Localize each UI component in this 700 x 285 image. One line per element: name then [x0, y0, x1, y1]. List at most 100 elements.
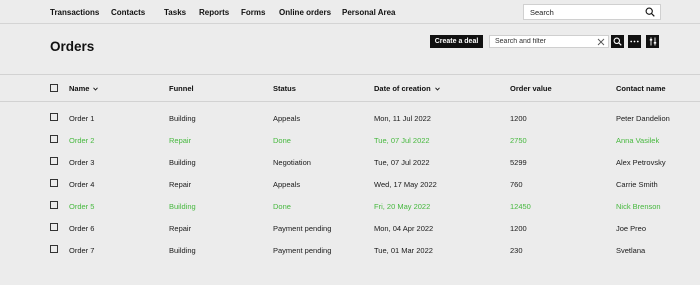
- column-header-contact[interactable]: Contact name: [616, 84, 666, 93]
- column-header-status-label[interactable]: Status: [273, 84, 296, 93]
- table-row[interactable]: Order 3 Building Negotiation Tue, 07 Jul…: [0, 151, 700, 173]
- column-header-date[interactable]: Date of creation: [374, 84, 440, 93]
- header-divider: [0, 74, 700, 75]
- global-search-input[interactable]: [524, 7, 644, 17]
- search-icon[interactable]: [645, 7, 655, 17]
- nav-personal-area-label[interactable]: Personal Area: [342, 8, 396, 17]
- row-checkbox[interactable]: [50, 135, 58, 143]
- top-navigation-bar: Transactions Contacts Tasks Reports Form…: [0, 0, 700, 24]
- order-date: Tue, 07 Jul 2022: [374, 158, 430, 167]
- order-funnel: Building: [169, 246, 196, 255]
- order-funnel: Building: [169, 202, 196, 211]
- more-options-button[interactable]: [628, 35, 641, 48]
- table-row[interactable]: Order 1 Building Appeals Mon, 11 Jul 202…: [0, 107, 700, 129]
- nav-transactions-label[interactable]: Transactions: [50, 8, 99, 17]
- order-status: Payment pending: [273, 224, 332, 233]
- order-contact[interactable]: Peter Dandelion: [616, 114, 670, 123]
- nav-tasks[interactable]: Tasks: [164, 0, 186, 24]
- table-row[interactable]: Order 2 Repair Done Tue, 07 Jul 2022 275…: [0, 129, 700, 151]
- column-header-date-label[interactable]: Date of creation: [374, 84, 431, 93]
- nav-tasks-label[interactable]: Tasks: [164, 8, 186, 17]
- order-status: Done: [273, 202, 291, 211]
- nav-contacts-label[interactable]: Contacts: [111, 8, 145, 17]
- row-checkbox[interactable]: [50, 157, 58, 165]
- order-value: 1200: [510, 114, 527, 123]
- order-funnel: Building: [169, 114, 196, 123]
- table-row[interactable]: Order 6 Repair Payment pending Mon, 04 A…: [0, 217, 700, 239]
- row-checkbox[interactable]: [50, 179, 58, 187]
- order-name[interactable]: Order 4: [69, 180, 94, 189]
- nav-reports-label[interactable]: Reports: [199, 8, 229, 17]
- table-row[interactable]: Order 7 Building Payment pending Tue, 01…: [0, 239, 700, 261]
- chevron-down-icon[interactable]: [93, 86, 99, 91]
- nav-online-orders[interactable]: Online orders: [279, 0, 331, 24]
- order-value: 1200: [510, 224, 527, 233]
- order-contact[interactable]: Carrie Smith: [616, 180, 658, 189]
- column-header-funnel[interactable]: Funnel: [169, 84, 194, 93]
- page-title: Orders: [50, 39, 95, 54]
- column-header-order-value[interactable]: Order value: [510, 84, 552, 93]
- table-row[interactable]: Order 4 Repair Appeals Wed, 17 May 2022 …: [0, 173, 700, 195]
- order-name[interactable]: Order 2: [69, 136, 94, 145]
- order-name[interactable]: Order 6: [69, 224, 94, 233]
- nav-forms-label[interactable]: Forms: [241, 8, 265, 17]
- order-funnel: Building: [169, 158, 196, 167]
- create-deal-button[interactable]: Create a deal: [430, 35, 483, 48]
- nav-reports[interactable]: Reports: [199, 0, 229, 24]
- column-header-name-label[interactable]: Name: [69, 84, 89, 93]
- column-header-status[interactable]: Status: [273, 84, 296, 93]
- order-contact[interactable]: Joe Preo: [616, 224, 646, 233]
- settings-button[interactable]: [646, 35, 659, 48]
- sliders-icon: [649, 37, 656, 46]
- order-status: Negotiation: [273, 158, 311, 167]
- more-icon: [630, 40, 639, 43]
- order-date: Mon, 11 Jul 2022: [374, 114, 431, 123]
- order-name[interactable]: Order 3: [69, 158, 94, 167]
- column-header-order-value-label[interactable]: Order value: [510, 84, 552, 93]
- order-contact[interactable]: Svetlana: [616, 246, 645, 255]
- nav-online-orders-label[interactable]: Online orders: [279, 8, 331, 17]
- order-contact[interactable]: Anna Vasilek: [616, 136, 659, 145]
- order-funnel: Repair: [169, 136, 192, 145]
- nav-personal-area[interactable]: Personal Area: [342, 0, 396, 24]
- order-funnel: Repair: [169, 180, 192, 189]
- search-filter-field[interactable]: [489, 35, 609, 48]
- search-filter-input[interactable]: [490, 36, 594, 47]
- order-date: Tue, 01 Mar 2022: [374, 246, 433, 255]
- order-funnel: Repair: [169, 224, 192, 233]
- order-value: 2750: [510, 136, 527, 145]
- order-name[interactable]: Order 1: [69, 114, 94, 123]
- nav-forms[interactable]: Forms: [241, 0, 265, 24]
- nav-contacts[interactable]: Contacts: [111, 0, 145, 24]
- order-contact[interactable]: Alex Petrovsky: [616, 158, 666, 167]
- order-status: Done: [273, 136, 291, 145]
- order-value: 760: [510, 180, 523, 189]
- column-header-funnel-label[interactable]: Funnel: [169, 84, 194, 93]
- order-name[interactable]: Order 5: [69, 202, 94, 211]
- order-date: Tue, 07 Jul 2022: [374, 136, 430, 145]
- close-icon[interactable]: [597, 38, 605, 46]
- nav-transactions[interactable]: Transactions: [50, 0, 99, 24]
- row-checkbox[interactable]: [50, 201, 58, 209]
- select-all-checkbox[interactable]: [50, 84, 58, 92]
- order-status: Appeals: [273, 114, 301, 123]
- row-checkbox[interactable]: [50, 245, 58, 253]
- order-name[interactable]: Order 7: [69, 246, 94, 255]
- order-value: 230: [510, 246, 523, 255]
- global-search[interactable]: [523, 4, 661, 20]
- order-date: Fri, 20 May 2022: [374, 202, 431, 211]
- order-value: 12450: [510, 202, 531, 211]
- table-row[interactable]: Order 5 Building Done Fri, 20 May 2022 1…: [0, 195, 700, 217]
- column-header-name[interactable]: Name: [69, 84, 99, 93]
- order-date: Wed, 17 May 2022: [374, 180, 437, 189]
- order-status: Payment pending: [273, 246, 332, 255]
- column-header-contact-label[interactable]: Contact name: [616, 84, 666, 93]
- order-contact[interactable]: Nick Brenson: [616, 202, 661, 211]
- chevron-down-icon[interactable]: [434, 86, 440, 91]
- search-icon: [613, 37, 622, 46]
- order-status: Appeals: [273, 180, 301, 189]
- search-button[interactable]: [611, 35, 624, 48]
- table-header-divider: [0, 101, 700, 102]
- row-checkbox[interactable]: [50, 223, 58, 231]
- row-checkbox[interactable]: [50, 113, 58, 121]
